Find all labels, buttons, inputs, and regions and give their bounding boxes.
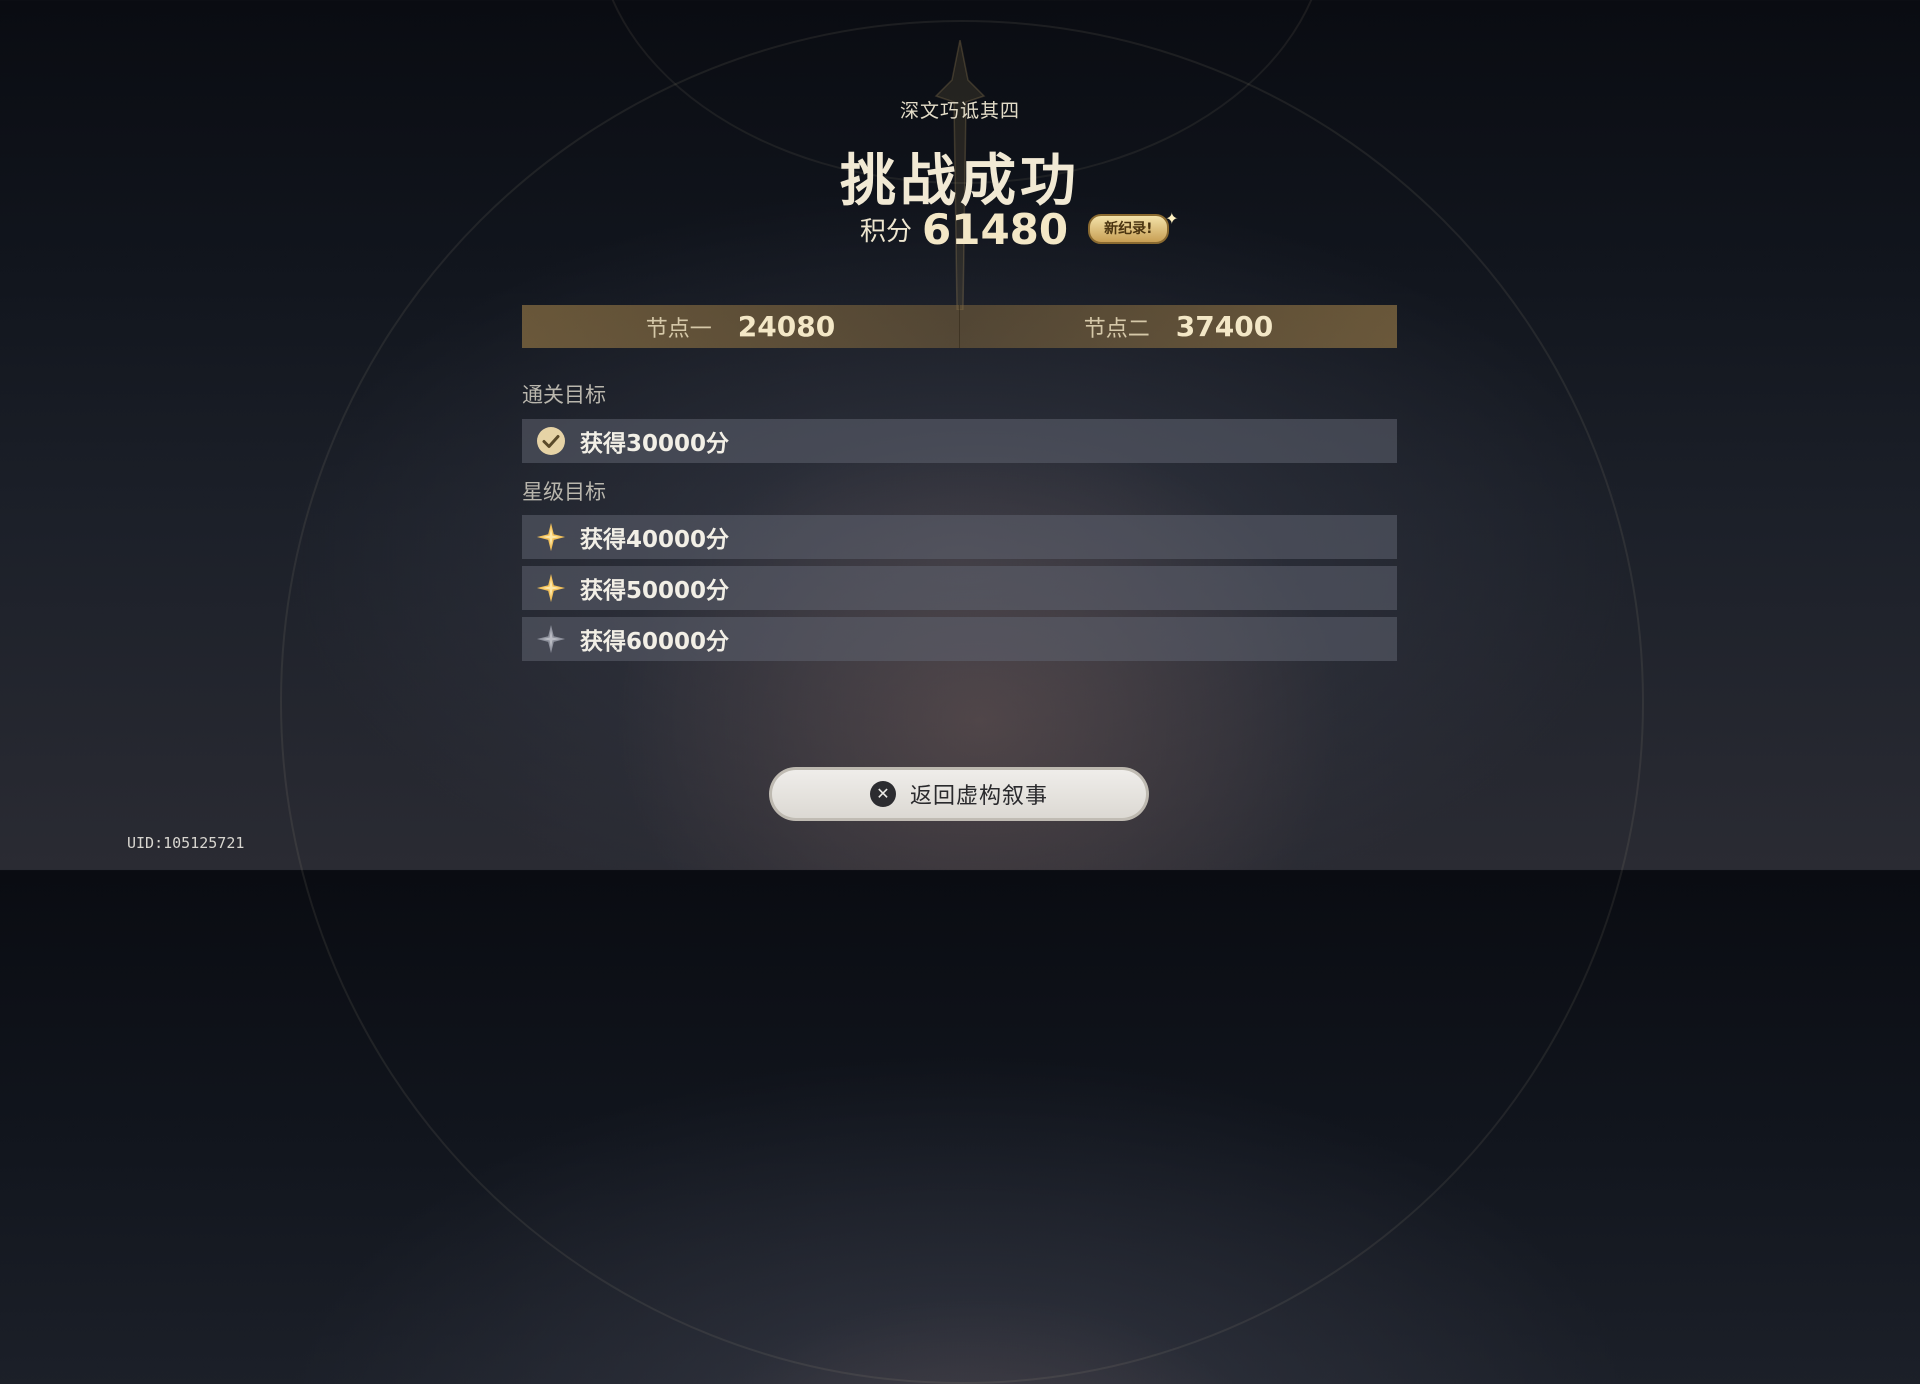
goal-text: 获得60000分 (580, 629, 730, 655)
check-icon (536, 426, 566, 456)
node-score-1: 节点一 24080 (522, 305, 959, 348)
score-line: 积分 61480 新纪录! ✦ (860, 204, 1179, 254)
new-record-badge: 新纪录! ✦ (1088, 209, 1179, 244)
goal-text: 获得40000分 (580, 527, 730, 553)
goal-row: 获得30000分 (522, 419, 1397, 463)
uid-label: UID:105125721 (127, 834, 245, 852)
goal-text: 获得30000分 (580, 431, 730, 457)
score-value: 61480 (922, 204, 1069, 254)
node-label: 节点一 (645, 316, 712, 342)
node-value: 37400 (1175, 310, 1274, 343)
goal-row: 获得40000分 (522, 515, 1397, 559)
stage-subtitle: 深文巧诋其四 (899, 100, 1020, 122)
sparkle-icon: ✦ (1165, 209, 1179, 228)
score-label: 积分 (860, 216, 913, 247)
star-icon (536, 624, 566, 654)
clear-goal-title: 通关目标 (522, 383, 606, 407)
close-icon: ✕ (869, 781, 896, 807)
return-button-label: 返回虚构叙事 (909, 784, 1048, 809)
node-score-2: 节点二 37400 (959, 305, 1397, 348)
new-record-label: 新纪录! (1104, 221, 1153, 237)
node-label: 节点二 (1083, 316, 1150, 342)
return-button[interactable]: ✕ 返回虚构叙事 (769, 767, 1149, 821)
node-scores-bar: 节点一 24080 节点二 37400 (522, 305, 1397, 348)
goal-row: 获得50000分 (522, 566, 1397, 610)
node-value: 24080 (737, 310, 836, 343)
star-icon (536, 522, 566, 552)
goal-text: 获得50000分 (580, 578, 730, 604)
star-goal-title: 星级目标 (522, 480, 606, 504)
goal-row: 获得60000分 (522, 617, 1397, 661)
star-icon (536, 573, 566, 603)
